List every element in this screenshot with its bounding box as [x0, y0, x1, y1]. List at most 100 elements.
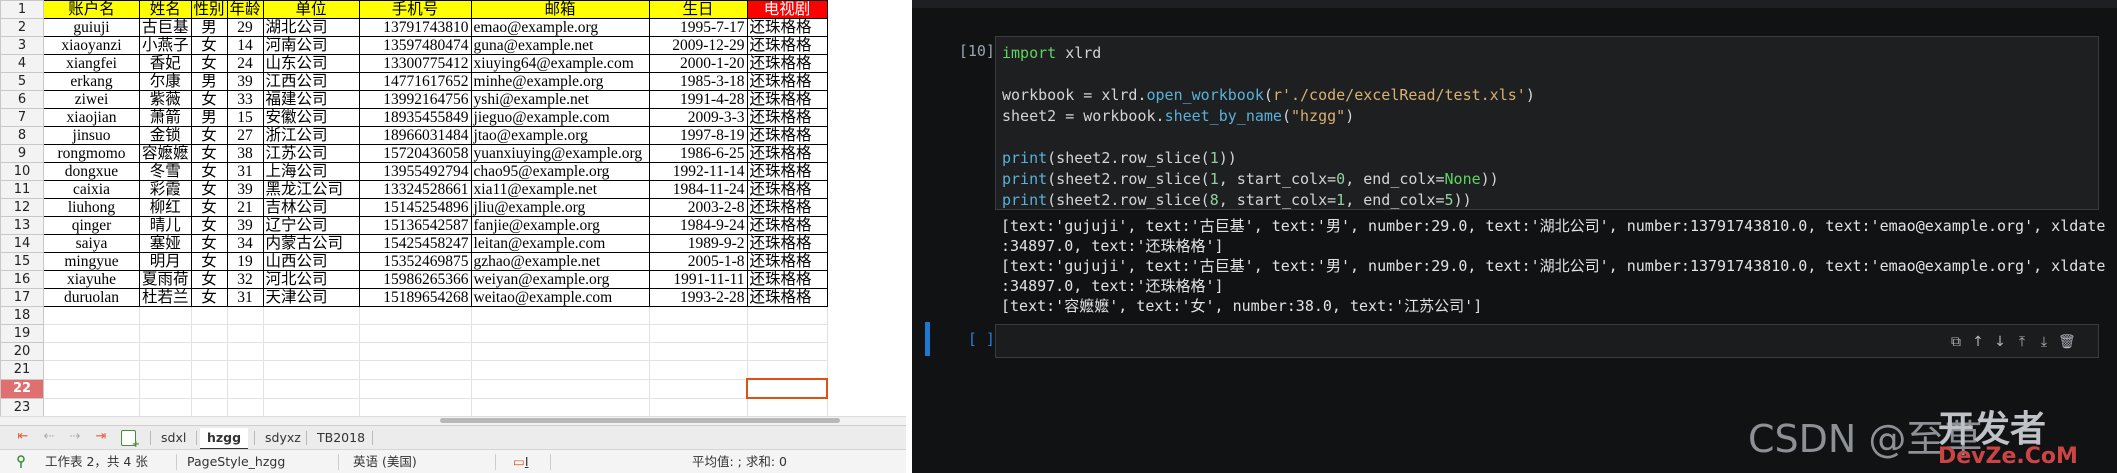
table-cell[interactable]: yuanxiuying@example.org [470, 144, 650, 163]
table-cell[interactable] [358, 342, 472, 361]
table-cell[interactable]: xiuying64@example.com [470, 54, 650, 73]
table-cell[interactable] [226, 397, 264, 416]
table-cell[interactable]: 湖北公司 [262, 18, 360, 37]
table-cell[interactable] [139, 342, 192, 361]
table-cell[interactable] [746, 306, 828, 325]
column-header-cell[interactable]: 性别 [190, 0, 228, 19]
horizontal-scrollbar[interactable] [0, 416, 906, 425]
table-cell[interactable] [139, 397, 192, 416]
table-cell[interactable]: xiangfei [43, 54, 140, 73]
table-cell[interactable]: caixia [43, 180, 140, 199]
table-cell[interactable] [470, 324, 650, 343]
row-header[interactable]: 4 [0, 54, 44, 73]
column-header-cell[interactable]: 年龄 [226, 0, 264, 19]
table-cell[interactable] [648, 397, 748, 416]
row-header[interactable]: 17 [0, 288, 44, 307]
row-header[interactable]: 21 [0, 360, 44, 380]
table-cell[interactable] [746, 360, 828, 380]
table-cell[interactable]: saiya [43, 234, 140, 253]
table-cell[interactable]: mingyue [43, 252, 140, 271]
table-cell[interactable]: 小燕子 [139, 36, 192, 55]
table-cell[interactable]: qinger [43, 216, 140, 235]
table-cell[interactable]: 萧箭 [139, 108, 192, 127]
table-cell[interactable]: 杜若兰 [139, 288, 192, 307]
row-header[interactable]: 14 [0, 234, 44, 253]
copy-icon[interactable]: ⧉ [1948, 334, 1964, 350]
table-cell[interactable]: liuhong [43, 198, 140, 217]
table-cell[interactable]: 还珠格格 [746, 90, 828, 109]
delete-icon[interactable]: 🗑 [2058, 334, 2076, 350]
tab-sdyxz[interactable]: sdyxz [258, 428, 308, 448]
table-cell[interactable] [226, 306, 264, 325]
table-cell[interactable]: 女 [190, 234, 228, 253]
table-cell[interactable] [139, 360, 192, 380]
table-cell[interactable]: 13791743810 [358, 18, 472, 37]
table-cell[interactable]: 13597480474 [358, 36, 472, 55]
row-header[interactable]: 5 [0, 72, 44, 91]
table-cell[interactable]: 还珠格格 [746, 288, 828, 307]
table-cell[interactable]: 15720436058 [358, 144, 472, 163]
move-up-icon[interactable]: ↑ [1970, 334, 1986, 350]
insert-above-icon[interactable]: ⤒ [2014, 334, 2030, 350]
table-cell[interactable]: 1986-6-25 [648, 144, 748, 163]
table-cell[interactable]: 女 [190, 144, 228, 163]
table-cell[interactable]: 还珠格格 [746, 180, 828, 199]
table-cell[interactable]: 男 [190, 108, 228, 127]
table-cell[interactable]: 1989-9-2 [648, 234, 748, 253]
table-cell[interactable]: 19 [226, 252, 264, 271]
table-cell[interactable]: 上海公司 [262, 162, 360, 181]
table-cell[interactable]: 27 [226, 126, 264, 145]
table-cell[interactable]: dongxue [43, 162, 140, 181]
column-header-cell[interactable]: 生日 [648, 0, 748, 19]
table-cell[interactable]: 香妃 [139, 54, 192, 73]
last-sheet-icon[interactable]: ⇥ [92, 429, 110, 445]
row-header[interactable]: 10 [0, 162, 44, 181]
table-cell[interactable] [190, 397, 228, 416]
table-cell[interactable]: 15145254896 [358, 198, 472, 217]
table-cell[interactable]: 15 [226, 108, 264, 127]
table-cell[interactable]: 还珠格格 [746, 36, 828, 55]
table-cell[interactable]: 江西公司 [262, 72, 360, 91]
table-cell[interactable]: 13324528661 [358, 180, 472, 199]
table-cell[interactable]: yshi@example.net [470, 90, 650, 109]
table-cell[interactable] [43, 306, 140, 325]
table-cell[interactable]: jliu@example.org [470, 198, 650, 217]
table-cell[interactable] [358, 378, 472, 399]
table-cell[interactable]: 31 [226, 288, 264, 307]
table-cell[interactable]: 2000-1-20 [648, 54, 748, 73]
table-cell[interactable]: ziwei [43, 90, 140, 109]
table-cell[interactable]: 女 [190, 162, 228, 181]
table-cell[interactable]: jinsuo [43, 126, 140, 145]
table-cell[interactable]: 39 [226, 180, 264, 199]
navigator-icon[interactable] [16, 455, 26, 469]
table-cell[interactable]: xiaojian [43, 108, 140, 127]
row-header[interactable]: 23 [0, 397, 44, 416]
column-header-cell[interactable]: 手机号 [358, 0, 472, 19]
table-cell[interactable] [262, 306, 360, 325]
tab-sdxl[interactable]: sdxl [154, 428, 193, 448]
table-cell[interactable] [190, 360, 228, 380]
table-cell[interactable]: 38 [226, 144, 264, 163]
table-cell[interactable] [648, 360, 748, 380]
table-cell[interactable]: 还珠格格 [746, 18, 828, 37]
column-header-cell[interactable]: 姓名 [139, 0, 192, 19]
table-cell[interactable] [262, 378, 360, 399]
table-cell[interactable] [470, 397, 650, 416]
table-cell[interactable] [43, 397, 140, 416]
table-cell[interactable]: 39 [226, 72, 264, 91]
table-cell[interactable]: weiyan@example.org [470, 270, 650, 289]
table-cell[interactable]: 1995-7-17 [648, 18, 748, 37]
table-cell[interactable]: 29 [226, 18, 264, 37]
table-cell[interactable] [43, 324, 140, 343]
table-cell[interactable] [190, 342, 228, 361]
table-cell[interactable] [190, 324, 228, 343]
table-cell[interactable]: guiuji [43, 18, 140, 37]
table-cell[interactable]: 15189654268 [358, 288, 472, 307]
table-cell[interactable]: 浙江公司 [262, 126, 360, 145]
row-header[interactable]: 13 [0, 216, 44, 235]
row-header[interactable]: 15 [0, 252, 44, 271]
table-cell[interactable]: 女 [190, 90, 228, 109]
table-cell[interactable]: chao95@example.org [470, 162, 650, 181]
first-sheet-icon[interactable]: ⇤ [14, 429, 32, 445]
table-cell[interactable]: 辽宁公司 [262, 216, 360, 235]
